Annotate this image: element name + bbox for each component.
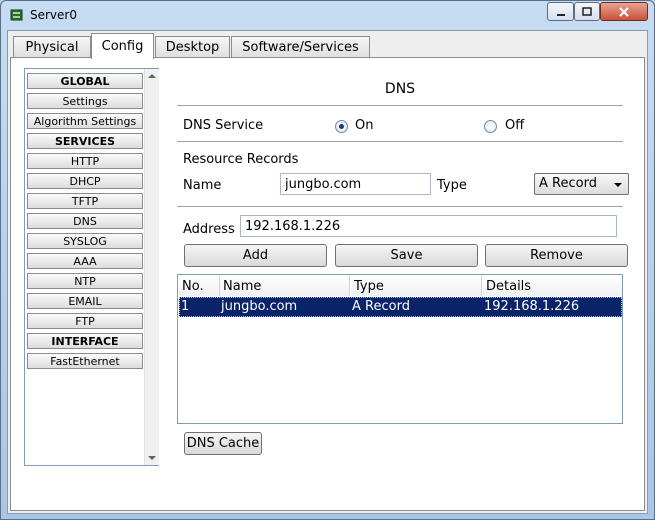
sidebar-item-fastethernet[interactable]: FastEthernet [27, 353, 143, 369]
page-title: DNS [384, 81, 416, 97]
config-sidebar: GLOBAL Settings Algorithm Settings SERVI… [24, 68, 159, 466]
type-select-value: A Record [539, 176, 597, 191]
table-row[interactable]: 1 jungbo.com A Record 192.168.1.226 [179, 297, 622, 317]
maximize-icon [582, 6, 592, 16]
sidebar-item-aaa[interactable]: AAA [27, 253, 143, 269]
sidebar-item-ftp[interactable]: FTP [27, 313, 143, 329]
sidebar-item-algorithm-settings[interactable]: Algorithm Settings [27, 113, 143, 129]
col-header-type[interactable]: Type [351, 276, 482, 296]
col-header-name[interactable]: Name [220, 276, 350, 296]
cell-type: A Record [352, 299, 410, 314]
service-on-label[interactable]: On [355, 118, 373, 133]
client-area: Physical Config Desktop Software/Service… [7, 30, 648, 514]
close-button[interactable] [600, 2, 648, 21]
remove-button[interactable]: Remove [485, 244, 628, 267]
maximize-button[interactable] [574, 2, 600, 21]
name-label: Name [183, 178, 222, 193]
scroll-down-icon[interactable] [148, 456, 156, 460]
address-label: Address [183, 222, 235, 237]
sidebar-scrollbar[interactable] [144, 69, 159, 465]
sidebar-header-global: GLOBAL [27, 73, 143, 89]
col-header-details[interactable]: Details [483, 276, 622, 296]
dns-content: DNS DNS Service On Off Resource Records … [177, 58, 629, 508]
divider [177, 141, 623, 142]
service-off-radio[interactable] [484, 120, 497, 133]
cell-no: 1 [181, 299, 190, 314]
divider [177, 105, 623, 106]
resource-records-label: Resource Records [183, 152, 299, 167]
add-button[interactable]: Add [184, 244, 327, 267]
tab-config[interactable]: Config [91, 33, 154, 59]
sidebar-header-services: SERVICES [27, 133, 143, 149]
window-title: Server0 [30, 8, 77, 22]
sidebar-header-interface: INTERFACE [27, 333, 143, 349]
sidebar-item-email[interactable]: EMAIL [27, 293, 143, 309]
sidebar-item-ntp[interactable]: NTP [27, 273, 143, 289]
application-window: Server0 Physical Config Desktop Software… [0, 0, 655, 520]
chevron-down-icon [614, 183, 622, 187]
cell-name: jungbo.com [221, 299, 298, 314]
divider [177, 206, 623, 207]
col-header-no[interactable]: No. [179, 276, 220, 296]
config-panel: GLOBAL Settings Algorithm Settings SERVI… [10, 57, 645, 511]
close-icon [619, 6, 629, 17]
save-button[interactable]: Save [335, 244, 478, 267]
tab-physical[interactable]: Physical [13, 36, 91, 58]
name-input[interactable] [280, 173, 431, 195]
sidebar-item-syslog[interactable]: SYSLOG [27, 233, 143, 249]
sidebar-item-dns[interactable]: DNS [27, 213, 143, 229]
title-bar[interactable]: Server0 [1, 1, 654, 29]
scroll-up-icon[interactable] [148, 74, 156, 78]
sidebar-item-tftp[interactable]: TFTP [27, 193, 143, 209]
cell-details: 192.168.1.226 [484, 299, 580, 314]
dns-service-label: DNS Service [183, 118, 264, 133]
minimize-button[interactable] [547, 2, 574, 21]
type-select[interactable]: A Record [534, 173, 629, 195]
service-on-radio[interactable] [335, 120, 348, 133]
records-table: No. Name Type Details 1 jungbo.com A Rec… [177, 274, 623, 424]
app-icon [10, 9, 23, 21]
sidebar-item-settings[interactable]: Settings [27, 93, 143, 109]
dns-cache-button[interactable]: DNS Cache [184, 432, 262, 455]
type-label: Type [437, 178, 467, 193]
minimize-icon [556, 13, 565, 16]
sidebar-item-dhcp[interactable]: DHCP [27, 173, 143, 189]
sidebar-item-http[interactable]: HTTP [27, 153, 143, 169]
address-input[interactable] [240, 215, 617, 237]
service-off-label[interactable]: Off [505, 118, 524, 133]
tab-software-services[interactable]: Software/Services [231, 36, 370, 58]
tab-desktop[interactable]: Desktop [155, 36, 230, 58]
